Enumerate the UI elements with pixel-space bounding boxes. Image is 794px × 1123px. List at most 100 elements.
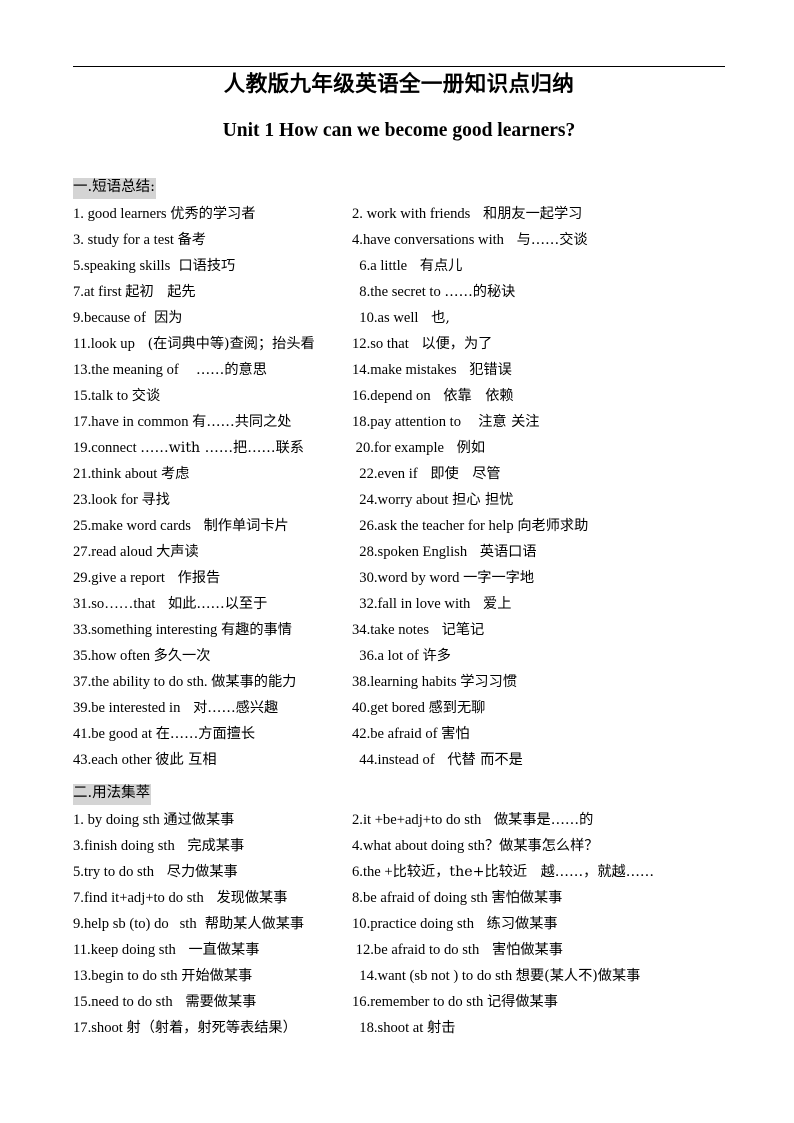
entry-english: 31.so……that: [73, 595, 159, 612]
entry-chinese: 做某事的能力: [211, 673, 297, 690]
entry-chinese: 担心 担忧: [452, 491, 514, 508]
entry-row: 23.look for 寻找 24.worry about 担心 担忧: [73, 487, 733, 513]
entry-english: 17.have in common: [73, 413, 193, 430]
entry-cell-right: 36.a lot of 许多: [352, 643, 451, 669]
entry-cell-right: 44.instead of 代替 而不是: [352, 747, 523, 773]
entry-english: 24.worry about: [352, 491, 453, 508]
section-usage: 二.用法集萃 1. by doing sth 通过做某事 2.it +be+adj…: [73, 784, 733, 1041]
entry-cell-left: 7.at first 起初 起先: [73, 279, 196, 305]
entry-chinese: 起初 起先: [125, 283, 196, 300]
entry-row: 5.try to do sth 尽力做某事 6.the +比较近，the+比较近 …: [73, 859, 733, 885]
entry-cell-left: 43.each other 彼此 互相: [73, 747, 217, 773]
entry-chinese: 在……方面擅长: [155, 725, 256, 742]
header-divider-rule: [73, 66, 725, 67]
entry-cell-right: 16.remember to do sth 记得做某事: [352, 989, 558, 1015]
section-header-usage: 二.用法集萃: [73, 784, 152, 805]
entry-cell-left: 25.make word cards 制作单词卡片: [73, 513, 289, 539]
entry-cell-left: 7.find it+adj+to do sth 发现做某事: [73, 885, 287, 911]
entry-chinese: 优秀的学习者: [170, 205, 256, 222]
entry-english: 21.think about: [73, 465, 161, 482]
entry-chinese: 射击: [427, 1019, 456, 1036]
entry-chinese: 害怕: [441, 725, 470, 742]
entry-cell-right: 2.it +be+adj+to do sth 做某事是……的: [352, 807, 593, 833]
entry-english: 10.practice doing sth: [352, 915, 478, 932]
entry-row: 29.give a report 作报告 30.word by word 一字一…: [73, 565, 733, 591]
entry-chinese: 通过做某事: [163, 811, 235, 828]
entry-row: 17.shoot 射（射着，射死等表结果） 18.shoot at 射击: [73, 1015, 733, 1041]
entry-english: 3.finish doing sth: [73, 837, 179, 854]
entry-row: 25.make word cards 制作单词卡片 26.ask the tea…: [73, 513, 733, 539]
entry-english: 43.each other: [73, 751, 156, 768]
entry-row: 17.have in common 有……共同之处 18.pay attentio…: [73, 409, 733, 435]
entry-english: 41.be good at: [73, 725, 156, 742]
entry-row: 39.be interested in 对……感兴趣 40.get bored 感…: [73, 695, 733, 721]
entry-cell-right: 16.depend on 依靠 依赖: [352, 383, 514, 409]
entry-row: 21.think about 考虑 22.even if 即使 尽管: [73, 461, 733, 487]
entry-row: 9.because of 因为 10.as well 也,: [73, 305, 733, 331]
entry-chinese: 发现做某事: [207, 889, 288, 906]
entry-cell-left: 11.keep doing sth 一直做某事: [73, 937, 259, 963]
entry-chinese: ？做某事怎么样？: [484, 837, 599, 854]
entry-cell-right: 24.worry about 担心 担忧: [352, 487, 513, 513]
entry-english: 36.a lot of: [352, 647, 423, 664]
entry-chinese: 一字一字地: [463, 569, 535, 586]
entry-english: 11.keep doing sth: [73, 941, 180, 958]
entry-english: 7.find it+adj+to do sth: [73, 889, 208, 906]
entry-chinese: 记笔记: [432, 621, 485, 638]
entry-chinese: 一直做某事: [179, 941, 260, 958]
entry-cell-right: 12.so that 以便，为了: [352, 331, 492, 357]
entry-english: 32.fall in love with: [352, 595, 475, 612]
entry-english: 23.look for: [73, 491, 142, 508]
document-page: 人教版九年级英语全一册知识点归纳 Unit 1 How can we becom…: [0, 0, 794, 1123]
entry-chinese: 有趣的事情: [220, 621, 292, 638]
entry-chinese: 爱上: [474, 595, 512, 612]
entry-chinese: (在词典中等)查阅；抬头看: [138, 335, 315, 352]
entry-cell-left: 31.so……that 如此……以至于: [73, 591, 267, 617]
entry-chinese: 比较近，the+比较近 越……，就越……: [392, 863, 655, 880]
entry-cell-right: 6.the +比较近，the+比较近 越……，就越……: [352, 859, 654, 885]
entry-chinese: 英语口语: [470, 543, 537, 560]
entry-cell-right: 22.even if 即使 尽管: [352, 461, 500, 487]
entry-chinese: 有……共同之处: [192, 413, 292, 430]
entry-cell-right: 10.practice doing sth 练习做某事: [352, 911, 558, 937]
entry-chinese: 射（射着，射死等表结果）: [126, 1019, 297, 1036]
entry-english: 9.help sb (to) do sth: [73, 915, 201, 932]
entry-chinese: 如此……以至于: [158, 595, 268, 612]
entry-english: 28.spoken English: [352, 543, 471, 560]
entry-english: 17.shoot: [73, 1019, 127, 1036]
entry-chinese: 备考: [177, 231, 206, 248]
entry-cell-left: 17.have in common 有……共同之处: [73, 409, 292, 435]
section-header-phrases: 一.短语总结:: [73, 178, 156, 199]
entry-chinese: 以便，为了: [412, 335, 493, 352]
entry-english: 15.talk to: [73, 387, 132, 404]
entry-cell-left: 17.shoot 射（射着，射死等表结果）: [73, 1015, 297, 1041]
entry-cell-left: 13.begin to do sth 开始做某事: [73, 963, 252, 989]
entry-row: 31.so……that 如此……以至于 32.fall in love with…: [73, 591, 733, 617]
entry-cell-left: 3.finish doing sth 完成某事: [73, 833, 244, 859]
entry-chinese: 完成某事: [178, 837, 245, 854]
entry-english: 8.the secret to: [352, 283, 445, 300]
entry-english: 37.the ability to do sth.: [73, 673, 212, 690]
entry-chinese: 开始做某事: [181, 967, 253, 984]
entry-english: 3. study for a test: [73, 231, 178, 248]
entry-english: 2.it +be+adj+to do sth: [352, 811, 485, 828]
entry-cell-left: 29.give a report 作报告: [73, 565, 220, 591]
entry-cell-right: 8.the secret to ……的秘诀: [352, 279, 515, 305]
entry-chinese: 学习习惯: [460, 673, 517, 690]
entry-cell-right: 14.make mistakes 犯错误: [352, 357, 512, 383]
entry-cell-right: 26.ask the teacher for help 向老师求助: [352, 513, 588, 539]
entry-chinese: 帮助某人做某事: [200, 915, 305, 932]
entry-chinese: 与……交谈: [507, 231, 588, 248]
entry-english: 12.so that: [352, 335, 413, 352]
entry-english: 39.be interested in: [73, 699, 185, 716]
entry-english: 1. by doing sth: [73, 811, 164, 828]
entry-cell-right: 14.want (sb not ) to do sth 想要(某人不)做某事: [352, 963, 640, 989]
entry-chinese: 感到无聊: [428, 699, 486, 716]
entry-english: 4.what about doing sth: [352, 837, 485, 854]
entry-cell-left: 1. by doing sth 通过做某事: [73, 807, 234, 833]
entry-chinese: 代替 而不是: [438, 751, 523, 768]
entry-row: 11.look up (在词典中等)查阅；抬头看 12.so that 以便，为了: [73, 331, 733, 357]
usage-list: 1. by doing sth 通过做某事 2.it +be+adj+to do …: [73, 807, 733, 1041]
document-title: 人教版九年级英语全一册知识点归纳: [223, 72, 575, 97]
entry-cell-right: 18.pay attention to 注意 关注: [352, 409, 539, 435]
